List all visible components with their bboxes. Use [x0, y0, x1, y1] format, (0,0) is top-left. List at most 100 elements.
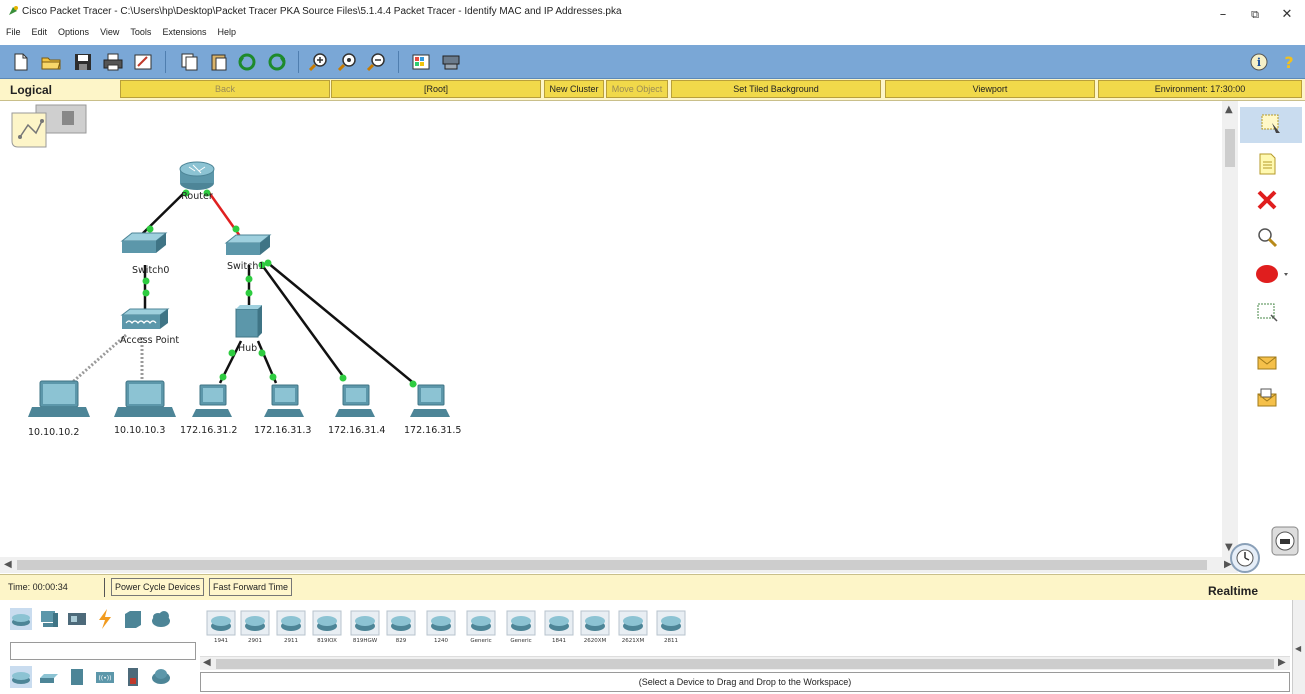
router-model-item[interactable]: 2901 — [240, 610, 270, 650]
delete-icon[interactable] — [1254, 187, 1280, 213]
router-model-item[interactable]: 819IOX — [312, 610, 342, 650]
menu-file[interactable]: File — [0, 24, 26, 42]
simulation-mode-icon[interactable] — [1268, 525, 1302, 559]
laptop-device[interactable]: 10.10.10.2 — [28, 380, 90, 438]
workspace-horizontal-scrollbar[interactable]: ◀ ▶ — [0, 557, 1238, 573]
scroll-left-icon[interactable]: ◀ — [4, 560, 12, 570]
misc-icon[interactable] — [122, 608, 144, 630]
realtime-clock-icon[interactable] — [1228, 541, 1262, 575]
add-complex-pdu-icon[interactable] — [1254, 385, 1280, 411]
router-model-item[interactable]: Generic — [466, 610, 496, 650]
hub-device[interactable]: Hub — [235, 305, 262, 354]
save-icon[interactable] — [72, 52, 94, 72]
root-button[interactable]: [Root] — [331, 80, 541, 98]
new-icon[interactable] — [10, 52, 32, 72]
panel-splitter[interactable]: ◀ — [1292, 600, 1305, 694]
menu-extensions[interactable]: Extensions — [156, 24, 211, 42]
multiuser-icon[interactable] — [150, 608, 172, 630]
switch1-device[interactable]: Switch1 — [224, 234, 272, 272]
palette-icon[interactable] — [410, 52, 432, 72]
pc-device[interactable]: 172.16.31.3 — [254, 384, 311, 436]
back-button[interactable]: Back — [120, 80, 330, 98]
resize-shape-icon[interactable] — [1254, 299, 1280, 325]
inspect-icon[interactable] — [1254, 225, 1280, 251]
hubs-icon[interactable] — [66, 666, 88, 688]
environment-button[interactable]: Environment: 17:30:00 — [1098, 80, 1302, 98]
set-tiled-background-button[interactable]: Set Tiled Background — [671, 80, 881, 98]
power-cycle-devices-button[interactable]: Power Cycle Devices — [111, 578, 205, 596]
link-switch1-pc3[interactable] — [260, 264, 347, 380]
menu-edit[interactable]: Edit — [26, 24, 53, 42]
routers-icon[interactable] — [10, 666, 32, 688]
link-switch1-pc4[interactable] — [267, 262, 417, 386]
router-model-item[interactable]: 1841 — [544, 610, 574, 650]
router-model-item[interactable]: 1941 — [206, 610, 236, 650]
close-button[interactable]: ✕ — [1272, 4, 1302, 26]
router-model-item[interactable]: 829 — [386, 610, 416, 650]
place-note-icon[interactable] — [1254, 151, 1280, 177]
activity-wizard-icon[interactable] — [132, 52, 154, 72]
access-point-device[interactable]: Access Point — [120, 308, 179, 346]
router-model-item[interactable]: 2911 — [276, 610, 306, 650]
switches-icon[interactable] — [38, 666, 60, 688]
logical-workspace[interactable]: Router Switch0 Switch1 Access Point Hub … — [0, 101, 1238, 557]
wireless-devices-icon[interactable]: ((•)) — [94, 666, 116, 688]
router-model-item[interactable]: 2620XM — [580, 610, 610, 650]
copy-icon[interactable] — [178, 52, 200, 72]
minimize-button[interactable]: – — [1208, 4, 1238, 26]
scroll-up-icon[interactable]: ▲ — [1225, 105, 1233, 115]
menu-help[interactable]: Help — [211, 24, 241, 42]
menu-view[interactable]: View — [94, 24, 124, 42]
security-icon[interactable] — [122, 666, 144, 688]
router-model-item[interactable]: 1240 — [426, 610, 456, 650]
network-devices-icon[interactable] — [10, 608, 32, 630]
end-devices-icon[interactable] — [38, 608, 60, 630]
logical-mode-label[interactable]: Logical — [10, 83, 52, 97]
wan-emulation-icon[interactable] — [150, 666, 172, 688]
draw-shape-icon[interactable] — [1254, 261, 1294, 287]
vertical-scroll-thumb[interactable] — [1225, 129, 1235, 167]
router-model-item[interactable]: 2621XM — [618, 610, 648, 650]
paste-icon[interactable] — [208, 52, 230, 72]
undo-icon[interactable] — [236, 52, 258, 72]
switch0-device[interactable]: Switch0 — [120, 232, 169, 276]
info-icon[interactable]: i — [1248, 52, 1270, 72]
new-cluster-button[interactable]: New Cluster — [544, 80, 604, 98]
components-icon[interactable] — [66, 608, 88, 630]
pc-device[interactable]: 172.16.31.4 — [328, 384, 385, 436]
connections-icon[interactable] — [94, 608, 116, 630]
horizontal-scroll-thumb[interactable] — [17, 560, 1207, 570]
move-object-button[interactable]: Move Object — [606, 80, 668, 98]
logical-view-tab-icon[interactable] — [11, 104, 87, 148]
pc-device[interactable]: 172.16.31.5 — [404, 384, 461, 436]
collapse-panel-icon[interactable]: ◀ — [1295, 644, 1301, 654]
menu-options[interactable]: Options — [52, 24, 94, 42]
laptop-device[interactable]: 10.10.10.3 — [114, 380, 176, 436]
model-scroll-thumb[interactable] — [216, 659, 1274, 669]
menu-tools[interactable]: Tools — [124, 24, 156, 42]
pc-device[interactable]: 172.16.31.2 — [180, 384, 237, 436]
scroll-left-icon[interactable]: ◀ — [203, 658, 211, 668]
model-list-scrollbar[interactable]: ◀ ▶ — [200, 656, 1290, 670]
topology-canvas[interactable]: Router Switch0 Switch1 Access Point Hub … — [0, 101, 1222, 557]
router-model-item[interactable]: Generic — [506, 610, 536, 650]
router-model-item[interactable]: 819HGW — [350, 610, 380, 650]
restore-button[interactable]: ⧉ — [1240, 4, 1270, 26]
custom-device-icon[interactable] — [440, 52, 462, 72]
help-icon[interactable]: ? — [1278, 52, 1300, 72]
add-simple-pdu-icon[interactable] — [1254, 349, 1280, 375]
open-icon[interactable] — [40, 52, 62, 72]
viewport-button[interactable]: Viewport — [885, 80, 1095, 98]
router-device[interactable]: Router — [179, 161, 215, 202]
print-icon[interactable] — [102, 52, 124, 72]
redo-icon[interactable] — [266, 52, 288, 72]
zoom-in-icon[interactable] — [308, 52, 330, 72]
router-model-item[interactable]: 2811 — [656, 610, 686, 650]
workspace-vertical-scrollbar[interactable]: ▲ ▼ — [1222, 101, 1238, 557]
zoom-reset-icon[interactable] — [337, 52, 359, 72]
zoom-out-icon[interactable] — [366, 52, 388, 72]
scroll-right-icon[interactable]: ▶ — [1278, 658, 1286, 668]
realtime-mode-tab[interactable]: Realtime — [1208, 584, 1258, 598]
select-icon[interactable] — [1240, 107, 1302, 143]
fast-forward-time-button[interactable]: Fast Forward Time — [209, 578, 293, 596]
